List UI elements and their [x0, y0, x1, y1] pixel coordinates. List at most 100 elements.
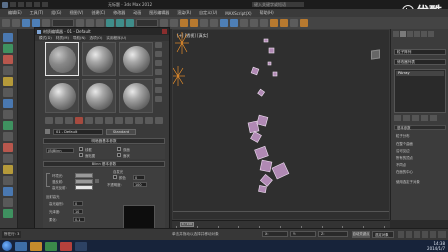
video-color-check-icon[interactable] — [155, 78, 162, 84]
show-end-result-icon[interactable] — [135, 117, 143, 124]
menu-options[interactable]: 选项(O) — [90, 36, 103, 41]
create-lights-icon[interactable] — [3, 55, 13, 64]
menu-group[interactable]: 组(G) — [51, 10, 61, 16]
material-type-button[interactable]: Standard — [106, 128, 136, 135]
opt-along-edges[interactable]: 沿可见边 — [396, 148, 410, 153]
x-coordinate[interactable]: X: — [262, 231, 288, 237]
layer-manager-icon[interactable] — [240, 19, 248, 27]
two-sided-checkbox[interactable] — [117, 147, 121, 151]
auto-key-button[interactable]: 自动关键点 — [352, 231, 370, 238]
selection-tool-icon[interactable] — [3, 121, 13, 130]
curve-editor-icon[interactable] — [250, 19, 258, 27]
opt-all-vertices[interactable]: 所有的顶点 — [396, 155, 413, 160]
y-coordinate[interactable]: Y: — [290, 231, 316, 237]
menu-material[interactable]: 材质(M) — [56, 36, 69, 41]
make-unique-icon[interactable] — [95, 117, 103, 124]
recorder-icon[interactable] — [75, 241, 87, 251]
background-icon[interactable] — [155, 60, 162, 66]
maxscript-listener[interactable]: 所在行: 3 — [2, 231, 22, 238]
populate-icon[interactable] — [3, 165, 13, 174]
go-to-end-icon[interactable] — [430, 231, 436, 238]
rendered-frame-icon[interactable] — [290, 19, 298, 27]
systems-icon[interactable] — [3, 99, 13, 108]
material-editor-title-bar[interactable]: 材质编辑器 - 01 - Default — [35, 28, 169, 35]
move-icon[interactable] — [106, 19, 114, 27]
perspective-viewport[interactable]: [+] [透视] [真实] — [172, 29, 390, 220]
rectangular-selection-icon[interactable] — [96, 19, 104, 27]
close-icon[interactable] — [162, 29, 167, 34]
material-name-input[interactable]: 01 - Default — [53, 128, 103, 135]
ambient-color-swatch[interactable] — [75, 173, 93, 178]
align-icon[interactable] — [230, 19, 238, 27]
save-file-icon[interactable] — [26, 2, 32, 7]
diffuse-color-swatch[interactable] — [75, 179, 93, 184]
select-by-name-icon[interactable] — [86, 19, 94, 27]
make-preview-icon[interactable] — [155, 87, 162, 93]
menu-rendering[interactable]: 渲染(R) — [177, 10, 191, 16]
menu-modifiers[interactable]: 修改器 — [113, 10, 125, 16]
object-paint-icon[interactable] — [3, 154, 13, 163]
create-helpers-icon[interactable] — [3, 77, 13, 86]
timeline[interactable]: 0 / 100 — [172, 220, 390, 229]
soften-value[interactable]: 0.1 — [73, 217, 85, 222]
new-file-icon[interactable] — [10, 2, 16, 7]
go-to-parent-icon[interactable] — [145, 117, 153, 124]
create-tab-icon[interactable] — [393, 31, 399, 37]
faceted-checkbox[interactable] — [117, 153, 121, 157]
angle-snap-icon[interactable] — [190, 19, 198, 27]
shader-rollout-header[interactable]: 明暗器基本参数 — [43, 138, 165, 144]
sample-slot[interactable] — [119, 79, 153, 113]
wire-checkbox[interactable] — [79, 147, 83, 151]
self-illum-color-checkbox[interactable] — [113, 175, 117, 179]
go-forward-icon[interactable] — [155, 117, 163, 124]
menu-edit[interactable]: 编辑(E) — [8, 10, 22, 16]
sample-type-icon[interactable] — [155, 42, 162, 48]
backlight-icon[interactable] — [155, 51, 162, 57]
next-frame-icon[interactable] — [422, 231, 428, 238]
redo-icon[interactable] — [12, 19, 20, 27]
rotate-icon[interactable] — [116, 19, 124, 27]
link-icon[interactable] — [22, 19, 30, 27]
menu-views[interactable]: 视图(V) — [69, 10, 83, 16]
get-material-icon[interactable] — [45, 117, 53, 124]
make-unique-icon[interactable] — [412, 115, 419, 121]
undo-icon[interactable] — [34, 2, 40, 7]
3dsmax-taskbar-icon[interactable] — [60, 241, 72, 251]
pick-material-icon[interactable] — [45, 129, 50, 134]
opt-face-centers[interactable]: 在面的中心 — [396, 169, 413, 174]
menu-maxscript[interactable]: MAXScript(X) — [225, 11, 251, 16]
motion-tab-icon[interactable] — [414, 31, 420, 37]
sample-slot[interactable] — [45, 42, 79, 76]
uv-tiling-icon[interactable] — [155, 69, 162, 75]
time-slider[interactable]: 0 / 100 — [180, 222, 194, 227]
scale-icon[interactable] — [126, 19, 134, 27]
go-to-start-icon[interactable] — [398, 231, 404, 238]
z-coordinate[interactable]: Z: — [318, 231, 348, 237]
percent-snap-icon[interactable] — [200, 19, 208, 27]
menu-modes[interactable]: 模式(D) — [39, 36, 52, 41]
object-name-input[interactable]: 粒子阵列 — [394, 49, 446, 55]
select-manipulate-icon[interactable] — [170, 19, 178, 27]
menu-tools[interactable]: 工具(T) — [30, 10, 44, 16]
freeform-tool-icon[interactable] — [3, 143, 13, 152]
search-input[interactable]: 键入关键字或短语 — [252, 2, 304, 7]
show-map-in-viewport-icon[interactable] — [125, 117, 133, 124]
modeling-icon[interactable] — [3, 176, 13, 185]
configure-sets-icon[interactable] — [430, 115, 437, 121]
create-cameras-icon[interactable] — [3, 66, 13, 75]
graphite-tool-icon[interactable] — [3, 110, 13, 119]
system-tray[interactable]: 14:38 2014/1/7 — [427, 241, 445, 251]
menu-graph-editors[interactable]: 图形编辑器 — [149, 10, 169, 16]
reset-map-icon[interactable] — [75, 117, 83, 124]
material-id-icon[interactable] — [115, 117, 123, 124]
menu-animation[interactable]: 动画 — [133, 10, 141, 16]
utilities-tab-icon[interactable] — [428, 31, 434, 37]
options-icon[interactable] — [155, 96, 162, 102]
sample-slot[interactable] — [119, 42, 153, 76]
reference-coordinate-dropdown[interactable] — [136, 19, 158, 27]
explorer-icon[interactable] — [30, 241, 42, 251]
face-map-checkbox[interactable] — [79, 153, 83, 157]
create-shapes-icon[interactable] — [3, 44, 13, 53]
material-editor-icon[interactable] — [270, 19, 278, 27]
basic-params-header[interactable]: 基本参数 — [394, 125, 446, 130]
